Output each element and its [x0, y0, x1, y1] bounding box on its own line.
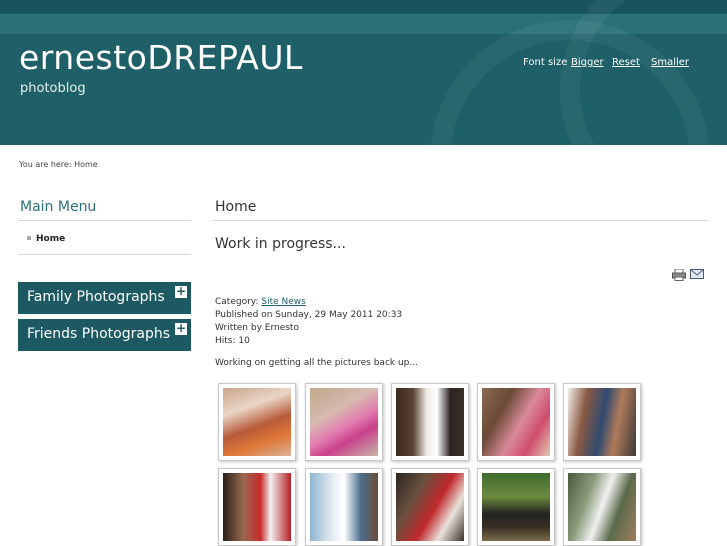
photo-thumbnail[interactable]	[305, 383, 383, 461]
print-icon[interactable]	[672, 269, 686, 281]
bullet-icon	[27, 236, 31, 240]
photo-image	[482, 473, 550, 541]
photo-thumbnail[interactable]	[477, 383, 555, 461]
font-reset-link[interactable]: Reset	[612, 57, 640, 68]
photo-image	[310, 473, 378, 541]
photo-image	[396, 388, 464, 456]
category-label: Family Photographs	[27, 289, 165, 305]
article-category: Category: Site News	[215, 297, 306, 307]
divider	[18, 220, 191, 221]
divider	[18, 254, 191, 255]
photo-image	[396, 473, 464, 541]
photo-thumbnail[interactable]	[563, 468, 641, 546]
expand-plus-icon[interactable]: +	[175, 322, 187, 335]
site-header: ernestoDREPAUL photoblog Font size Bigge…	[0, 0, 727, 145]
photo-thumbnail[interactable]	[218, 383, 296, 461]
photo-thumbnail[interactable]	[391, 468, 469, 546]
category-label: Friends Photographs	[27, 326, 171, 342]
photo-image	[568, 388, 636, 456]
article-body: Working on getting all the pictures back…	[215, 358, 418, 368]
photo-image	[482, 388, 550, 456]
font-bigger-link[interactable]: Bigger	[571, 57, 604, 68]
menu-item-home[interactable]: Home	[36, 234, 65, 244]
divider	[213, 220, 709, 221]
site-subtitle: photoblog	[20, 81, 86, 96]
photo-image	[223, 388, 291, 456]
category-link[interactable]: Site News	[261, 297, 305, 307]
email-icon[interactable]	[690, 269, 704, 280]
main-menu-title: Main Menu	[20, 199, 97, 215]
photo-image	[310, 388, 378, 456]
expand-plus-icon[interactable]: +	[175, 285, 187, 298]
photo-thumbnail[interactable]	[391, 383, 469, 461]
photo-thumbnail[interactable]	[218, 468, 296, 546]
site-title[interactable]: ernestoDREPAUL	[19, 38, 303, 77]
header-decoration	[560, 0, 727, 145]
category-family-photographs[interactable]: Family Photographs +	[18, 282, 191, 314]
breadcrumb: You are here: Home	[19, 160, 98, 169]
article-title: Work in progress...	[215, 236, 346, 252]
category-friends-photographs[interactable]: Friends Photographs +	[18, 319, 191, 351]
photo-image	[223, 473, 291, 541]
category-label: Category:	[215, 297, 262, 307]
published-date: Published on Sunday, 29 May 2011 20:33	[215, 310, 403, 320]
photo-thumbnail[interactable]	[477, 468, 555, 546]
author: Written by Ernesto	[215, 323, 299, 333]
photo-thumbnail[interactable]	[563, 383, 641, 461]
photo-thumbnail[interactable]	[305, 468, 383, 546]
font-size-label: Font size	[523, 57, 568, 68]
font-smaller-link[interactable]: Smaller	[651, 57, 689, 68]
photo-image	[568, 473, 636, 541]
page-title: Home	[215, 199, 257, 215]
hits-count: Hits: 10	[215, 336, 250, 346]
